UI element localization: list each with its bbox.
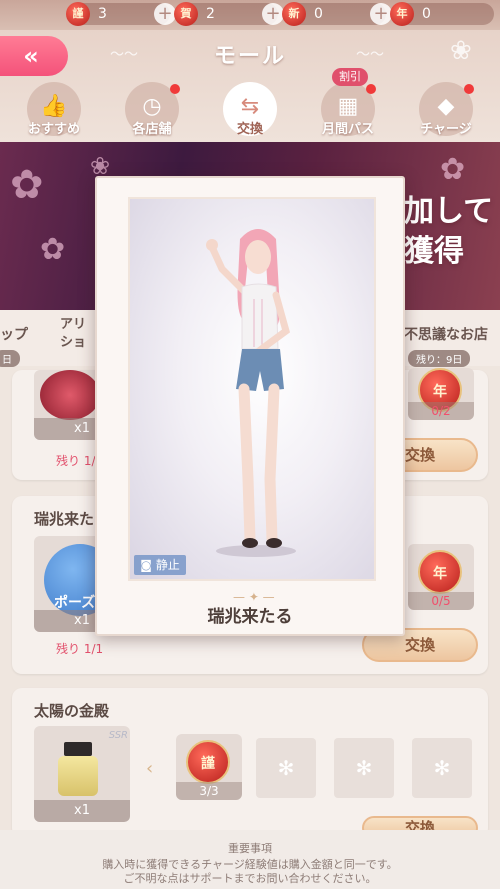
add-currency-button[interactable]: + [262,3,284,25]
currency-slot-1: 謹 3 + [66,2,176,26]
currency-value: 3 [98,6,107,22]
cost-count: 3/3 [176,782,242,800]
tab-charge[interactable]: ◆ チャージ [406,82,486,142]
jin-token-icon: 謹 [186,740,230,784]
tab-exchange[interactable]: ⇆ 交換 [210,82,290,142]
tab-label: 月間パス [321,122,374,137]
item-thumbnail[interactable]: SSR x1 [34,726,130,822]
item-preview-modal[interactable]: ◙ 静止 — ✦ — 瑞兆来たる [95,176,405,636]
currency-bar: 謹 3 + 賀 2 + 新 0 + 年 0 [0,0,500,30]
currency-slot-3: 新 0 + [282,2,392,26]
rarity-tag: SSR [108,730,128,741]
chevron-left-icon[interactable]: ‹ [146,758,153,779]
cost-slot: 年 0/5 [408,544,474,610]
currency-slot-4: 年 0 [390,2,494,26]
character-preview: ◙ 静止 [128,197,376,581]
cost-count: 0/5 [408,592,474,610]
notification-dot [170,84,180,94]
banner-text: 加して獲得 [404,194,494,269]
red-token-icon: 謹 [66,2,90,26]
page-title: モール [213,44,286,69]
blossom-icon: ✿ [440,152,466,187]
tab-recommended[interactable]: 👍 おすすめ [14,82,94,142]
empty-slot: ✻ [256,738,316,798]
currency-value: 0 [422,6,431,22]
blossom-icon: ✿ [40,232,66,267]
tab-monthly-pass[interactable]: ▦ 月間パス [308,82,388,142]
footer-line-2: ご不明な点はサポートまでお問い合わせください。 [123,872,377,885]
shop-tab-2[interactable]: アリ ショ [60,316,100,352]
nian-token-icon: 年 [418,550,462,594]
blossom-icon: ✿ [10,162,44,208]
currency-value: 0 [314,6,323,22]
tab-label: おすすめ [27,122,80,137]
cloud-ornament-icon: 〜〜 [356,47,384,63]
character-figure [206,229,296,557]
shop-remain: 残り：9日 [408,350,471,367]
exchange-card: 太陽の金殿 SSR x1 ‹ 謹 3/3 ✻ ✻ ✻ 交換 [12,688,488,840]
tab-label: 各店舗 [132,122,172,137]
red-token-icon: 新 [282,2,306,26]
add-currency-button[interactable]: + [154,3,176,25]
still-toggle-button[interactable]: ◙ 静止 [134,555,186,575]
card-title: 太陽の金殿 [34,702,110,720]
back-button[interactable]: « [0,36,68,76]
nail-polish-icon [58,756,98,796]
empty-slot: ✻ [412,738,472,798]
flower-ornament-icon: ❀ [450,36,472,66]
header: « 〜〜 〜〜 ❀ モール 👍 おすすめ ◷ 各店舗 ⇆ 交換 ▦ 月間パス ◆… [0,30,500,142]
bottle-cap [64,742,92,756]
shop-remain: 日 [0,350,20,367]
remain-count: 残り 1/1 [56,642,104,656]
currency-slot-2: 賀 2 + [174,2,284,26]
notification-dot [366,84,376,94]
item-name: 瑞兆来たる [207,607,293,627]
currency-value: 2 [206,6,215,22]
cost-slot: 謹 3/3 [176,734,242,800]
cost-count: 0/2 [408,402,474,420]
sale-badge: 割引 [332,68,368,86]
footer-notice: 重要事項 購入時に獲得できるチャージ経験値は購入金額と同一です。 ご不明な点はサ… [0,830,500,889]
empty-slot: ✻ [334,738,394,798]
tab-label: 交換 [236,122,263,137]
tab-label: チャージ [420,122,472,137]
add-currency-button[interactable]: + [370,3,392,25]
item-quantity: x1 [34,800,130,822]
cost-slot: 年 0/2 [408,368,474,420]
item-image [40,370,100,420]
footer-heading: 重要事項 [228,842,272,855]
red-token-icon: 年 [390,2,414,26]
camera-icon: ◙ [140,558,156,572]
shop-tab-wonder[interactable]: 不思議なお店 [404,324,488,344]
shop-tab-1[interactable]: ップ [0,324,28,344]
cloud-ornament-icon: 〜〜 [110,47,138,63]
item-label: ポーズ [54,595,96,611]
tab-stores[interactable]: ◷ 各店舗 [112,82,192,142]
notification-dot [464,84,474,94]
still-label: 静止 [155,558,180,572]
red-token-icon: 賀 [174,2,198,26]
